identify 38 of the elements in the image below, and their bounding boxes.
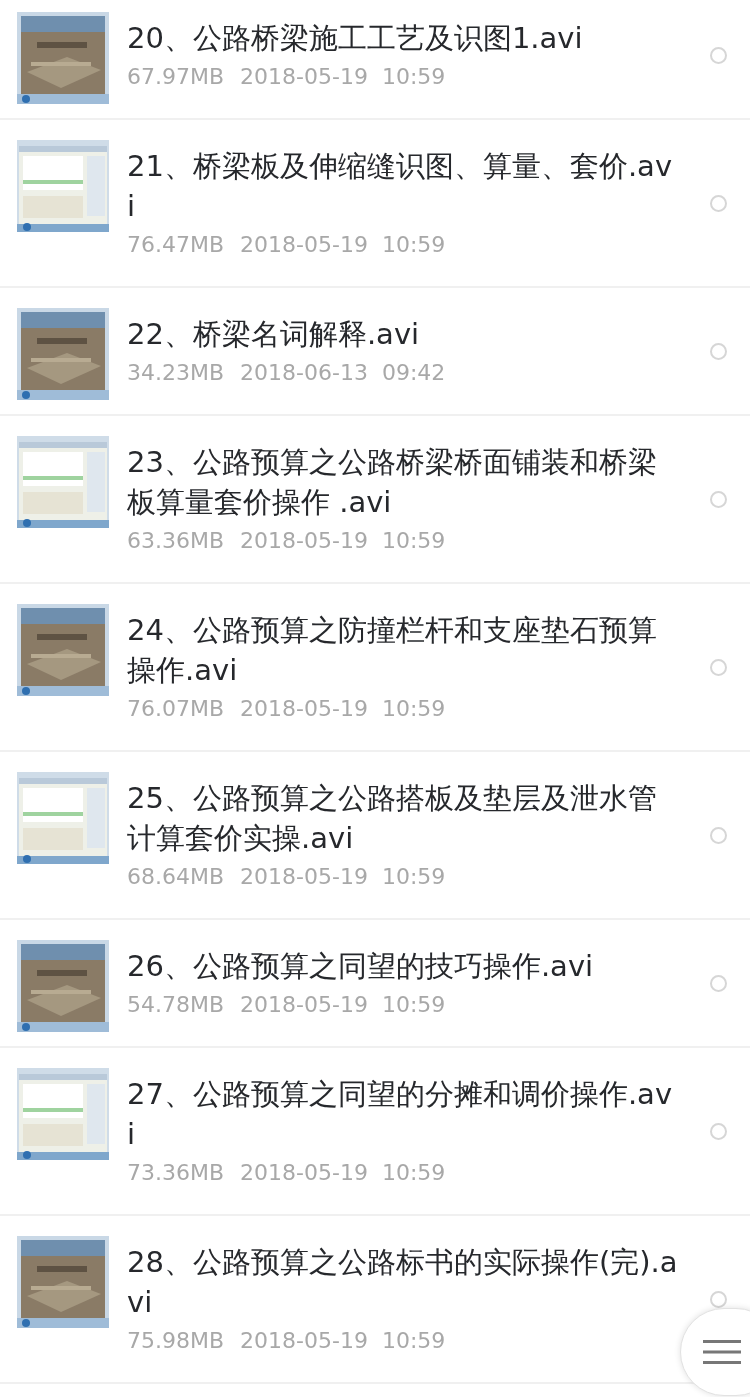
menu-button[interactable] bbox=[680, 1308, 750, 1396]
select-radio[interactable] bbox=[709, 490, 727, 508]
file-name[interactable]: 26、公路预算之同望的技巧操作.avi bbox=[127, 946, 680, 986]
select-radio[interactable] bbox=[709, 658, 727, 676]
file-date: 2018-05-19 10:59 bbox=[240, 863, 446, 891]
select-radio[interactable] bbox=[709, 826, 727, 844]
file-name[interactable]: 23、公路预算之公路桥梁桥面铺装和桥梁板算量套价操作 .avi bbox=[127, 442, 680, 522]
file-size: 63.36MB bbox=[127, 527, 225, 555]
select-radio[interactable] bbox=[709, 46, 727, 64]
file-size: 34.23MB bbox=[127, 359, 225, 387]
file-size: 67.97MB bbox=[127, 63, 225, 91]
select-radio[interactable] bbox=[709, 342, 727, 360]
file-size: 54.78MB bbox=[127, 991, 225, 1019]
file-date: 2018-05-19 10:59 bbox=[240, 695, 446, 723]
file-date: 2018-05-19 10:59 bbox=[240, 991, 446, 1019]
select-radio[interactable] bbox=[709, 974, 727, 992]
file-size: 73.36MB bbox=[127, 1159, 225, 1187]
select-radio[interactable] bbox=[709, 1290, 727, 1308]
file-date: 2018-05-19 10:59 bbox=[240, 527, 446, 555]
file-name[interactable]: 27、公路预算之同望的分摊和调价操作.avi bbox=[127, 1074, 680, 1154]
file-date: 2018-05-19 10:59 bbox=[240, 63, 446, 91]
file-size: 75.98MB bbox=[127, 1327, 225, 1355]
file-size: 68.64MB bbox=[127, 863, 225, 891]
file-name[interactable]: 22、桥梁名词解释.avi bbox=[127, 314, 680, 354]
file-name[interactable]: 20、公路桥梁施工工艺及识图1.avi bbox=[127, 18, 680, 58]
select-radio[interactable] bbox=[709, 1122, 727, 1140]
file-date: 2018-06-13 09:42 bbox=[240, 359, 446, 387]
file-name[interactable]: 25、公路预算之公路搭板及垫层及泄水管计算套价实操.avi bbox=[127, 778, 680, 858]
file-name[interactable]: 24、公路预算之防撞栏杆和支座垫石预算操作.avi bbox=[127, 610, 680, 690]
file-name[interactable]: 21、桥梁板及伸缩缝识图、算量、套价.avi bbox=[127, 146, 680, 226]
file-size: 76.47MB bbox=[127, 231, 225, 259]
menu-icon bbox=[703, 1339, 741, 1365]
file-date: 2018-05-19 10:59 bbox=[240, 1327, 446, 1355]
file-size: 76.07MB bbox=[127, 695, 225, 723]
file-date: 2018-05-19 10:59 bbox=[240, 231, 446, 259]
select-radio[interactable] bbox=[709, 194, 727, 212]
file-date: 2018-05-19 10:59 bbox=[240, 1159, 446, 1187]
file-name[interactable]: 28、公路预算之公路标书的实际操作(完).avi bbox=[127, 1242, 680, 1322]
